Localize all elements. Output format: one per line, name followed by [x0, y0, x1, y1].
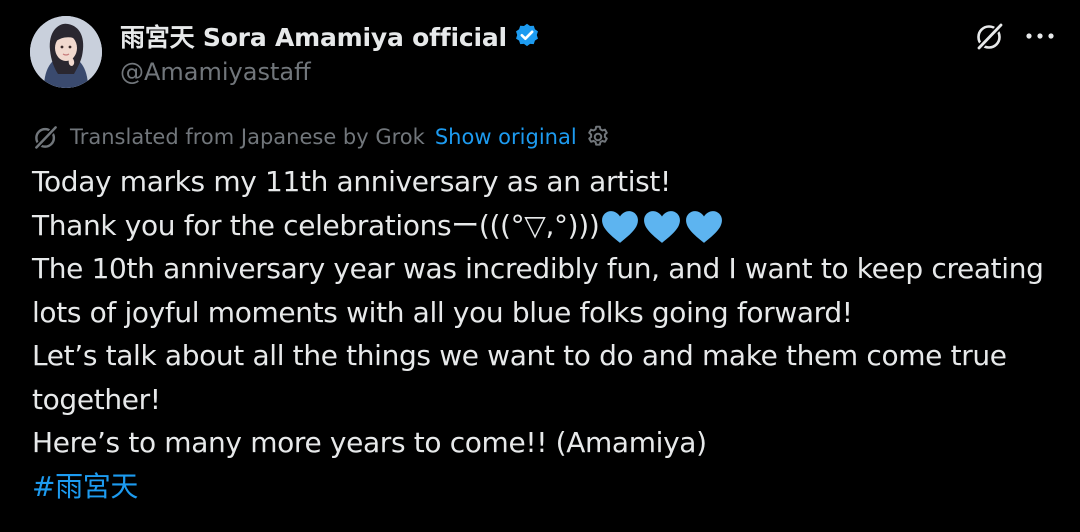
blue-hearts-emoji-group [601, 210, 727, 244]
show-original-link[interactable]: Show original [435, 125, 577, 149]
more-options-icon[interactable] [1020, 18, 1060, 54]
blue-heart-emoji [686, 210, 723, 243]
tweet-line: Thank you for the celebrationsー(((°▽,°))… [32, 208, 600, 242]
tweet-line: The 10th anniversary year was incredibly… [32, 252, 1044, 285]
tweet-line: Today marks my 11th anniversary as an ar… [32, 165, 671, 198]
blue-heart-emoji [644, 210, 681, 243]
tweet-line: Let’s talk about all the things we want … [32, 339, 1007, 372]
verified-badge-icon[interactable] [513, 22, 541, 50]
grok-translate-icon [32, 123, 60, 151]
name-row: 雨宮天 Sora Amamiya official [120, 16, 541, 56]
settings-gear-icon[interactable] [585, 124, 611, 150]
grok-icon[interactable] [972, 18, 1008, 54]
author-display-name[interactable]: 雨宮天 Sora Amamiya official [120, 18, 507, 54]
author-handle[interactable]: @Amamiyastaff [120, 58, 541, 86]
author-block: 雨宮天 Sora Amamiya official @Amamiyastaff [120, 16, 541, 86]
tweet-line: lots of joyful moments with all you blue… [32, 295, 853, 329]
translation-note: Translated from Japanese by Grok [70, 125, 425, 149]
tweet-text: Today marks my 11th anniversary as an ar… [32, 160, 1062, 508]
blue-heart-emoji [602, 210, 639, 243]
tweet-line-with-emoji: Thank you for the celebrationsー(((°▽,°))… [32, 204, 1062, 248]
hashtag-link[interactable]: #雨宮天 [32, 465, 1062, 509]
tweet-line: Here’s to many more years to come!! (Ama… [32, 426, 707, 459]
top-actions [972, 18, 1060, 54]
translation-note-row: Translated from Japanese by Grok Show or… [32, 121, 611, 153]
avatar[interactable] [30, 16, 102, 88]
tweet-header: 雨宮天 Sora Amamiya official @Amamiyastaff [30, 16, 1060, 96]
tweet-line: together! [32, 382, 161, 416]
